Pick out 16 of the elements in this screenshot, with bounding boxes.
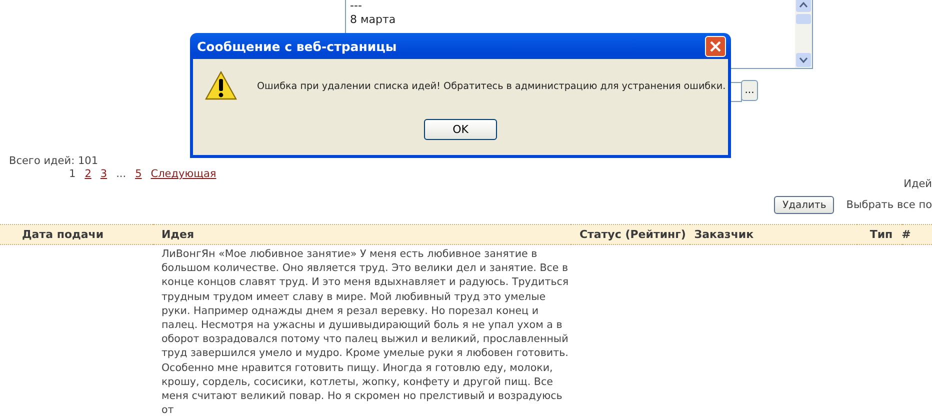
ideas-total: Всего идей: 101 <box>9 155 99 167</box>
topic-line: --- <box>350 0 363 13</box>
column-header: Тип <box>870 228 893 241</box>
error-message: Ошибка при удалении списка идей! Обратитесь в администрацию для устранения ошибки. <box>257 80 726 92</box>
dialog-title: Сообщение с веб-страницы <box>197 38 397 54</box>
column-header: # <box>902 228 911 241</box>
ideas-label: Идей <box>904 178 932 192</box>
column-header: Дата подачи <box>22 228 104 241</box>
column-header: Заказчик <box>694 228 754 241</box>
idea-text: ЛиВонгЯн «Мое любивное занятие» У меня есть любивное занятие в большом количестве. Оно является труд. Это велики дел и занятие. Все в конце концов славят труд. И это меня вдыхнавляет и радуюсь. Трудиться трудным трудом имеет славу в мире. Мой любивный труд это умелые руки. Например однажды днем я резал веревку. Но порезал конец и палец. Несмотря на ужасны и душивыдирающий боль я не упал ухом а в оборот возрадовался потому что палец выжил и великий, прославленный труд завершился умело и мудро. Кроме умелые руки я любовен готовить. Особенно мне нравится готовить пищу. Иногда я готовлю еду, молоки, крошу, сордель, сосисики, котлеты, жопку, конфету и другой пищ. Все меня считают великий повар. Но я скромен но прелстивый и возрадуюсь от <box>161 247 570 418</box>
topic-line: 8 марта <box>350 13 397 27</box>
column-header: Статус (Рейтинг) <box>579 228 686 241</box>
pager-ellipsis: ... <box>116 168 126 180</box>
column-header: Идея <box>161 228 194 241</box>
select-all-label: Выбрать все по <box>846 199 932 211</box>
current-page: 1 <box>69 168 76 180</box>
